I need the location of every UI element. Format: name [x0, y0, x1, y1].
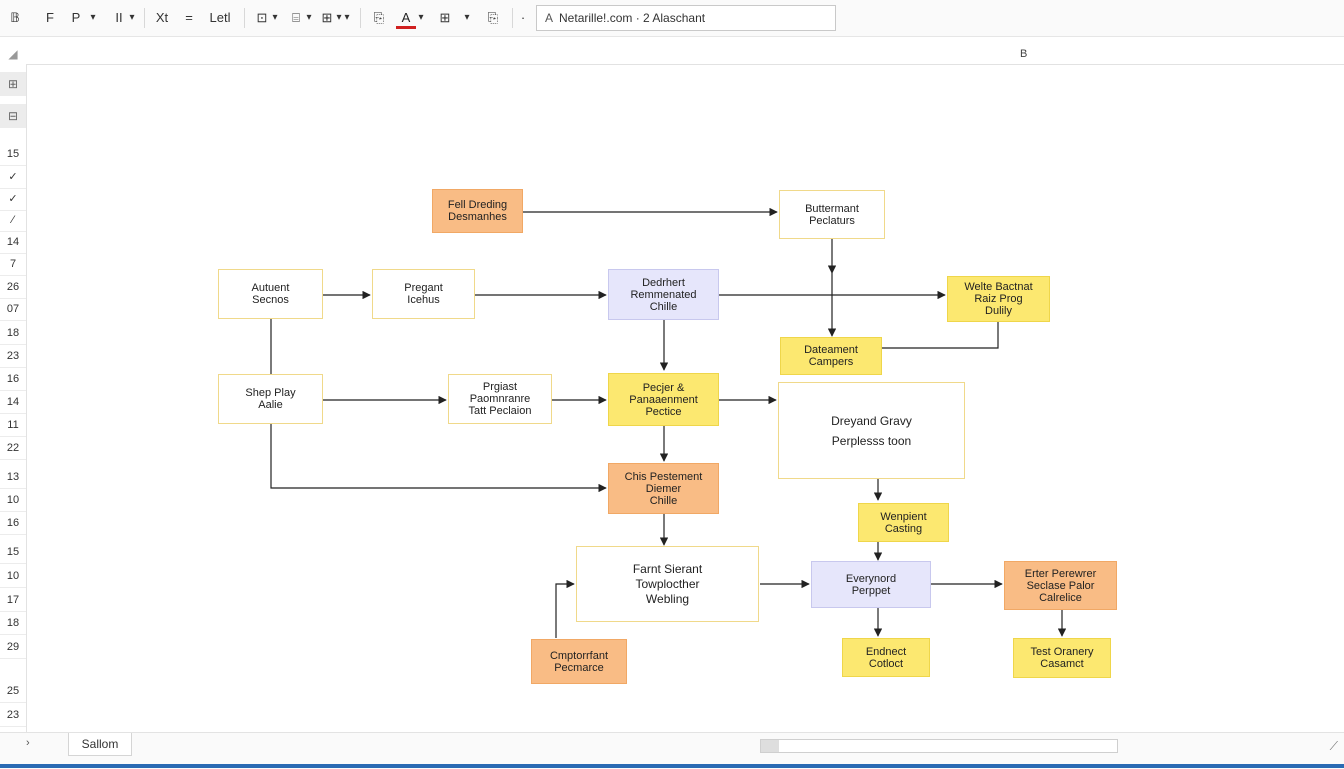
connector-line: [882, 322, 999, 349]
connector-arrow: [555, 579, 575, 638]
flow-node[interactable]: Everynord Perppet: [811, 561, 931, 608]
flow-node[interactable]: Dreyand Gravy Perplesss toon: [778, 382, 965, 479]
flow-node[interactable]: Buttermant Peclaturs: [779, 190, 885, 239]
scrollbar-thumb[interactable]: [761, 740, 779, 752]
flow-node[interactable]: Farnt Sierant Towplocther Webling: [576, 546, 759, 622]
flow-node[interactable]: Pregant Icehus: [372, 269, 475, 319]
flow-node[interactable]: Endnect Cotloct: [842, 638, 930, 677]
flow-node[interactable]: Dedrhert Remmenated Chille: [608, 269, 719, 320]
connector-arrow: [270, 424, 607, 493]
flow-node[interactable]: Chis Pestement Diemer Chille: [608, 463, 719, 514]
sheet-tab[interactable]: Sallom: [68, 733, 132, 756]
sheet-nav-next-icon[interactable]: ›: [26, 737, 30, 749]
flow-node[interactable]: Erter Perewrer Seclase Palor Calrelice: [1004, 561, 1117, 610]
flow-node[interactable]: Dateament Campers: [780, 337, 882, 375]
flow-node[interactable]: Autuent Secnos: [218, 269, 323, 319]
flowchart-canvas: Fell Dreding Desmanhes Buttermant Peclat…: [0, 0, 1344, 768]
flow-node[interactable]: Shep Play Aalie: [218, 374, 323, 424]
flow-node[interactable]: Test Oranery Casamct: [1013, 638, 1111, 678]
flow-node[interactable]: Welte Bactnat Raiz Prog Dulily: [947, 276, 1050, 322]
flow-node[interactable]: Cmptorrfant Pecmarce: [531, 639, 627, 684]
flow-node[interactable]: Pecjer & Panaaenment Pectice: [608, 373, 719, 426]
resize-grip-icon[interactable]: ⟋: [1330, 739, 1338, 754]
status-stripe: [0, 764, 1344, 768]
horizontal-scrollbar[interactable]: [760, 739, 1118, 753]
flow-node[interactable]: Fell Dreding Desmanhes: [432, 189, 523, 233]
flow-node[interactable]: Prgiast Paomnranre Tatt Peclaion: [448, 374, 552, 424]
flow-node[interactable]: Wenpient Casting: [858, 503, 949, 542]
